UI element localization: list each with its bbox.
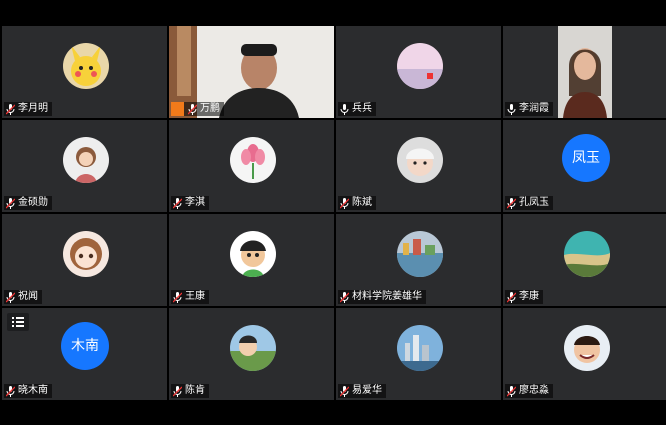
mic-muted-icon bbox=[6, 291, 15, 303]
participant-name-tag: 祝闻 bbox=[4, 290, 42, 304]
mic-muted-icon bbox=[6, 103, 15, 115]
bottom-bar bbox=[0, 400, 666, 425]
participant-name: 万鹏 bbox=[200, 103, 220, 114]
mic-muted-icon bbox=[507, 197, 516, 209]
participant-name-tag: 陈斌 bbox=[338, 196, 376, 210]
flower-avatar-icon bbox=[230, 137, 276, 183]
participant-name: 陈肯 bbox=[185, 385, 205, 396]
participant-name: 李月明 bbox=[18, 103, 48, 114]
host-badge-icon bbox=[171, 102, 184, 116]
waterfront-avatar-icon bbox=[397, 231, 443, 277]
participant-tile[interactable]: 陈肯 bbox=[169, 308, 334, 400]
smiling-boy-avatar-icon bbox=[564, 325, 610, 371]
mic-icon bbox=[507, 103, 516, 115]
participant-tile[interactable]: 祝闻 bbox=[2, 214, 167, 306]
mic-muted-icon bbox=[340, 385, 349, 397]
participant-name-tag: 兵兵 bbox=[338, 102, 376, 116]
city-skyline-avatar-icon bbox=[397, 325, 443, 371]
participant-tile[interactable]: 材料学院姜雄华 bbox=[336, 214, 501, 306]
mic-muted-icon bbox=[188, 103, 197, 115]
initials-avatar: 凤玉 bbox=[562, 134, 610, 182]
mic-muted-icon bbox=[507, 291, 516, 303]
participant-tile[interactable]: 兵兵 bbox=[336, 26, 501, 118]
mic-muted-icon bbox=[340, 197, 349, 209]
participant-tile[interactable]: 李月明 bbox=[2, 26, 167, 118]
participant-tile[interactable]: 王康 bbox=[169, 214, 334, 306]
participant-name: 祝闻 bbox=[18, 291, 38, 302]
participant-name: 李淇 bbox=[185, 197, 205, 208]
participant-name-tag: 王康 bbox=[171, 290, 209, 304]
initials-avatar: 木南 bbox=[61, 322, 109, 370]
participant-name-tag: 万鹏 bbox=[171, 102, 224, 116]
participant-name: 晓木南 bbox=[18, 385, 48, 396]
participant-tile[interactable]: 易爱华 bbox=[336, 308, 501, 400]
cartoon-girl-avatar-icon bbox=[63, 137, 109, 183]
participant-tile[interactable]: 金硕勋 bbox=[2, 120, 167, 212]
pikachu-avatar-icon bbox=[63, 43, 109, 89]
participant-tile[interactable]: 木南 晓木南 bbox=[2, 308, 167, 400]
participant-name: 廖忠淼 bbox=[519, 385, 549, 396]
participant-tile[interactable]: 陈斌 bbox=[336, 120, 501, 212]
participant-name-tag: 晓木南 bbox=[4, 384, 52, 398]
mic-muted-icon bbox=[507, 385, 516, 397]
participant-name-tag: 李润霞 bbox=[505, 102, 553, 116]
participant-name: 陈斌 bbox=[352, 197, 372, 208]
participant-name-tag: 孔凤玉 bbox=[505, 196, 553, 210]
mic-muted-icon bbox=[173, 291, 182, 303]
anime-girl-avatar-icon bbox=[63, 231, 109, 277]
baby-avatar-icon bbox=[397, 137, 443, 183]
participant-name-tag: 廖忠淼 bbox=[505, 384, 553, 398]
participant-name: 易爱华 bbox=[352, 385, 382, 396]
participant-tile[interactable]: 廖忠淼 bbox=[503, 308, 666, 400]
beach-avatar-icon bbox=[564, 231, 610, 277]
participant-name-tag: 易爱华 bbox=[338, 384, 386, 398]
participant-name-tag: 李淇 bbox=[171, 196, 209, 210]
participant-tile[interactable]: 李康 bbox=[503, 214, 666, 306]
participant-name: 兵兵 bbox=[352, 103, 372, 114]
mic-muted-icon bbox=[6, 385, 15, 397]
mic-muted-icon bbox=[173, 385, 182, 397]
participant-name-tag: 李月明 bbox=[4, 102, 52, 116]
participant-name: 材料学院姜雄华 bbox=[352, 291, 422, 302]
participant-name: 王康 bbox=[185, 291, 205, 302]
video-grid: 李月明 万鹏 兵兵 李润霞 金硕勋 李淇 陈斌 凤玉 孔凤玉 祝闻 王康 材料学… bbox=[0, 24, 666, 400]
sky-photo-avatar-icon bbox=[397, 43, 443, 89]
participant-tile[interactable]: 李淇 bbox=[169, 120, 334, 212]
participant-tile[interactable]: 万鹏 bbox=[169, 26, 334, 118]
participant-name: 李康 bbox=[519, 291, 539, 302]
participant-list-button[interactable] bbox=[7, 313, 29, 331]
participant-name-tag: 材料学院姜雄华 bbox=[338, 290, 426, 304]
participant-name: 孔凤玉 bbox=[519, 197, 549, 208]
cartoon-boy-avatar-icon bbox=[230, 231, 276, 277]
participant-name-tag: 李康 bbox=[505, 290, 543, 304]
mic-muted-icon bbox=[6, 197, 15, 209]
participant-tile-active-speaker[interactable]: 李润霞 bbox=[503, 26, 666, 118]
mic-muted-icon bbox=[340, 291, 349, 303]
participant-name: 金硕勋 bbox=[18, 197, 48, 208]
anime-scene-avatar-icon bbox=[230, 325, 276, 371]
mic-muted-icon bbox=[173, 197, 182, 209]
list-icon bbox=[12, 317, 24, 327]
participant-name: 李润霞 bbox=[519, 103, 549, 114]
participant-name-tag: 陈肯 bbox=[171, 384, 209, 398]
participant-name-tag: 金硕勋 bbox=[4, 196, 52, 210]
mic-icon bbox=[340, 103, 349, 115]
participant-tile[interactable]: 凤玉 孔凤玉 bbox=[503, 120, 666, 212]
